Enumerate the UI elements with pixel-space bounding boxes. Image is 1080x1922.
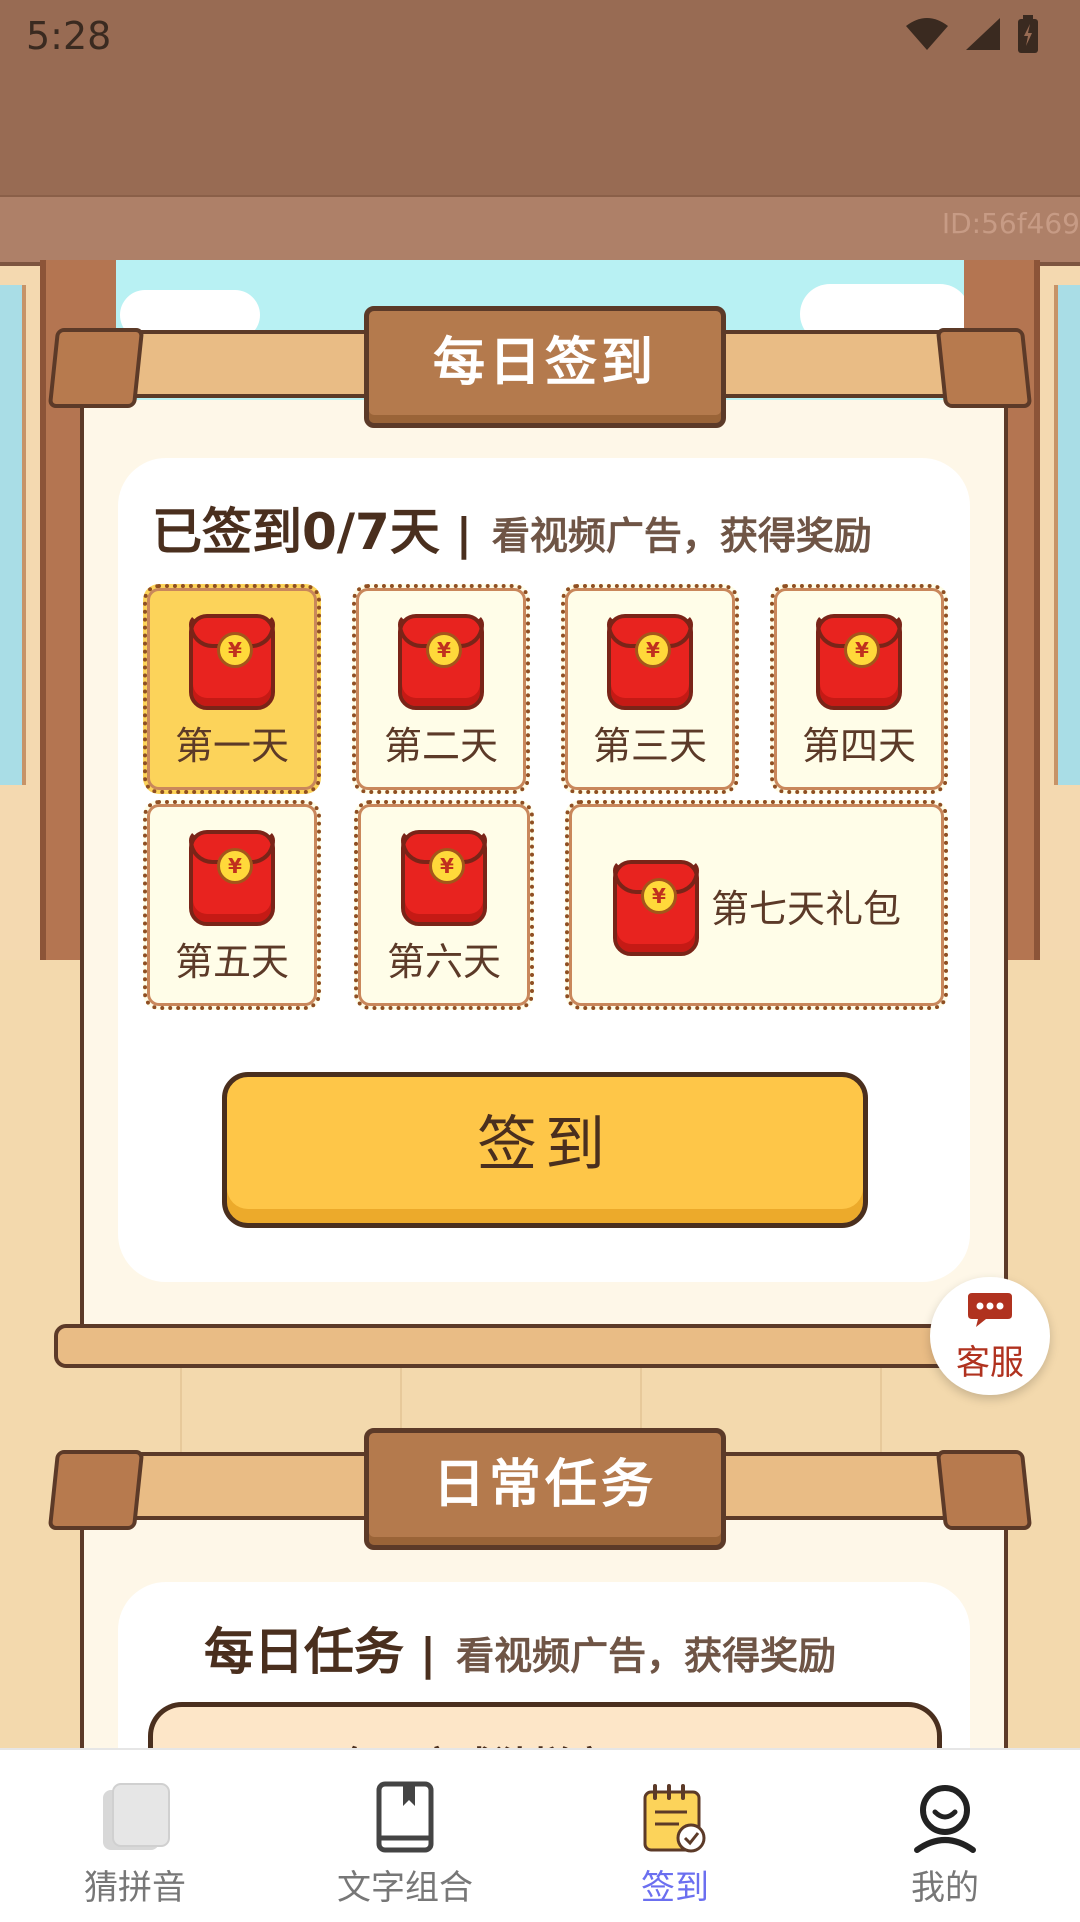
coin-icon: ¥ — [426, 632, 462, 668]
coin-icon: ¥ — [217, 848, 253, 884]
nav-label: 猜拼音 — [84, 1868, 186, 1908]
signin-banner-title: 每日签到 — [364, 306, 726, 428]
day-card-2[interactable]: ¥ 第二天 — [352, 584, 530, 794]
customer-service-button[interactable]: 客服 — [930, 1277, 1050, 1395]
customer-service-label: 客服 — [956, 1343, 1024, 1383]
nav-item-guess-pinyin[interactable]: 猜拼音 — [0, 1750, 270, 1922]
red-envelope-icon: ¥ — [398, 614, 484, 710]
day-card-5[interactable]: ¥ 第五天 — [143, 800, 321, 1010]
status-bar: 5:28 — [0, 0, 1080, 80]
bottom-nav: 猜拼音 文字组合 签到 我的 — [0, 1748, 1080, 1922]
day-card-1[interactable]: ¥ 第一天 — [143, 584, 321, 794]
tasks-subtitle: 看视频广告，获得奖励 — [456, 1634, 837, 1678]
tasks-heading: 每日任务 | 看视频广告，获得奖励 — [204, 1612, 936, 1684]
cards-icon — [103, 1783, 170, 1850]
day-label: 第二天 — [383, 724, 498, 768]
nav-label: 文字组合 — [337, 1868, 473, 1908]
red-envelope-icon: ¥ — [401, 830, 487, 926]
coin-icon: ¥ — [429, 848, 465, 884]
status-time: 5:28 — [26, 14, 112, 58]
day-card-4[interactable]: ¥ 第四天 — [770, 584, 948, 794]
heading-separator: | — [455, 509, 472, 560]
day-label: 第三天 — [592, 724, 707, 768]
top-beam — [0, 195, 1080, 266]
tasks-banner: 日常任务 — [47, 1428, 1033, 1550]
banner-end-left — [47, 328, 145, 408]
day-card-3[interactable]: ¥ 第三天 — [561, 584, 739, 794]
signin-button[interactable]: 签到 — [222, 1072, 868, 1228]
side-window-right — [1054, 285, 1080, 785]
signin-subtitle: 看视频广告，获得奖励 — [491, 514, 872, 558]
nav-item-word-combo[interactable]: 文字组合 — [270, 1750, 540, 1922]
day-label: 第七天礼包 — [711, 887, 902, 931]
tasks-heading-title: 每日任务 — [204, 1623, 404, 1681]
banner-end-right — [935, 328, 1033, 408]
user-icon — [914, 1785, 976, 1853]
day-label: 第六天 — [386, 940, 501, 984]
coin-icon: ¥ — [844, 632, 880, 668]
signin-heading: 已签到0/7天 | 看视频广告，获得奖励 — [152, 492, 936, 564]
banner-end-right — [935, 1450, 1033, 1530]
red-envelope-icon: ¥ — [607, 614, 693, 710]
signin-banner: 每日签到 — [47, 306, 1033, 428]
chat-bubble-icon — [968, 1293, 1012, 1327]
nav-label: 签到 — [641, 1868, 709, 1908]
coin-icon: ¥ — [641, 878, 677, 914]
day-card-6[interactable]: ¥ 第六天 — [354, 800, 534, 1010]
wifi-icon — [906, 18, 948, 50]
nav-label: 我的 — [911, 1868, 979, 1908]
signin-progress: 已签到0/7天 — [152, 503, 440, 561]
day-label: 第一天 — [174, 724, 289, 768]
red-envelope-icon: ¥ — [613, 860, 699, 956]
banner-end-left — [47, 1450, 145, 1530]
red-envelope-icon: ¥ — [189, 614, 275, 710]
red-envelope-icon: ¥ — [816, 614, 902, 710]
top-wall — [0, 80, 1080, 195]
calendar-check-icon — [643, 1784, 706, 1853]
coin-icon: ¥ — [635, 632, 671, 668]
day-card-7-gift[interactable]: ¥ 第七天礼包 — [565, 800, 948, 1010]
nav-item-signin[interactable]: 签到 — [540, 1750, 810, 1922]
coin-icon: ¥ — [217, 632, 253, 668]
book-icon — [376, 1781, 434, 1853]
nav-item-mine[interactable]: 我的 — [810, 1750, 1080, 1922]
tasks-banner-title: 日常任务 — [364, 1428, 726, 1550]
red-envelope-icon: ¥ — [189, 830, 275, 926]
day-label: 第四天 — [801, 724, 916, 768]
day-label: 第五天 — [174, 940, 289, 984]
battery-icon — [1018, 15, 1038, 53]
status-icons — [904, 14, 1040, 54]
heading-separator: | — [420, 1629, 437, 1680]
user-id-watermark: ID:56f469 — [941, 207, 1080, 240]
side-window-left — [0, 285, 26, 785]
signal-icon — [966, 18, 1000, 50]
scroll-bottom-rod — [54, 1324, 992, 1368]
